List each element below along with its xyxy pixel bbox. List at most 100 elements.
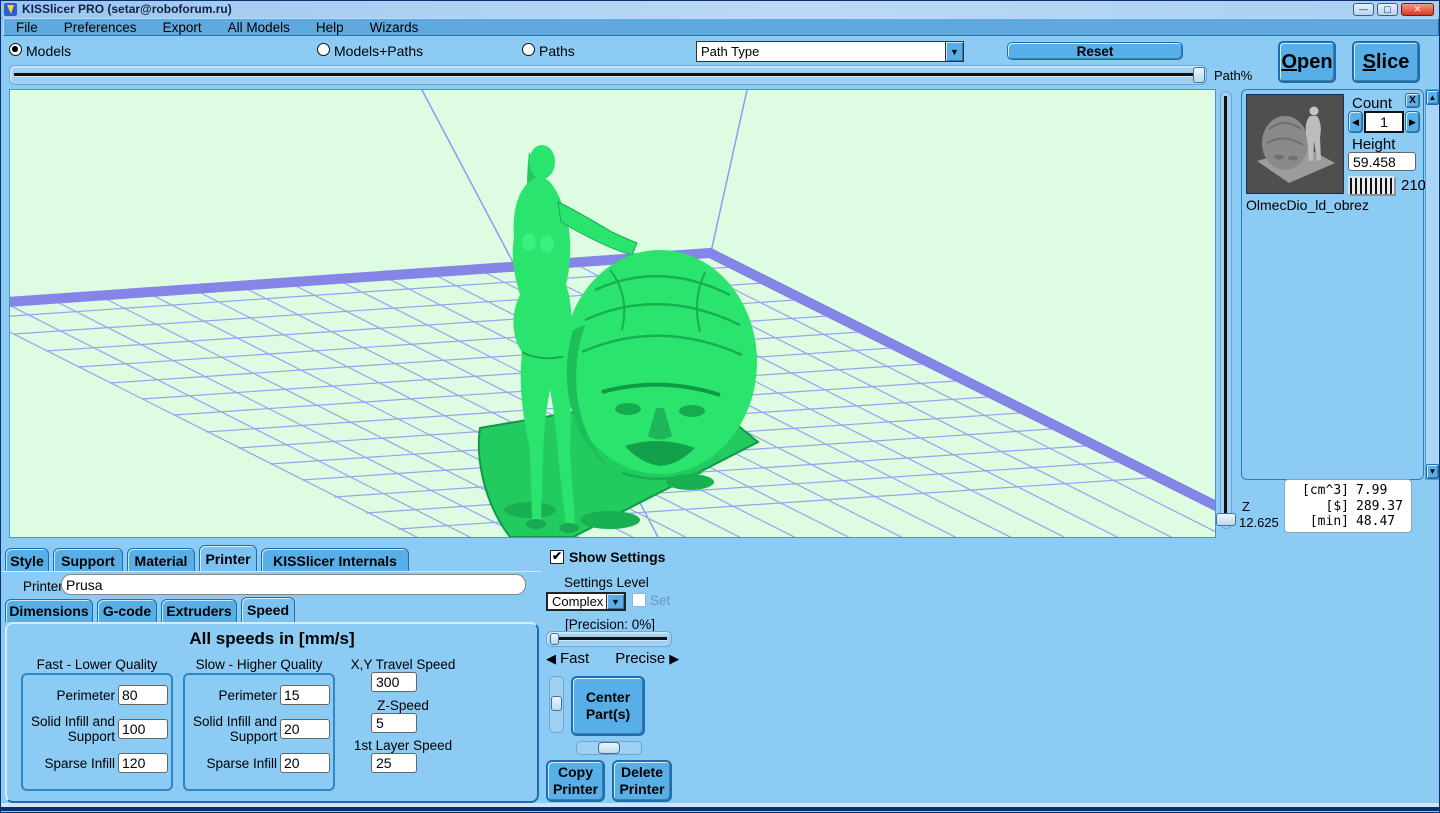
- precise-arrow-icon: ▶: [669, 651, 679, 667]
- tab-style[interactable]: Style: [5, 548, 49, 572]
- 3d-viewport[interactable]: [9, 89, 1216, 538]
- subtab-dimensions[interactable]: Dimensions: [5, 599, 93, 622]
- scroll-up-icon[interactable]: ▲: [1426, 90, 1439, 105]
- first-layer-speed-field[interactable]: [371, 753, 417, 773]
- stat-cost: [$] 289.37: [1291, 499, 1405, 515]
- copy-printer-button[interactable]: Copy Printer: [546, 760, 605, 802]
- open-button[interactable]: Open: [1278, 41, 1336, 83]
- count-decrement-icon[interactable]: ◀: [1348, 111, 1363, 133]
- delete-printer-button[interactable]: Delete Printer: [612, 760, 672, 802]
- z-value: 12.625: [1239, 515, 1279, 530]
- slice-button[interactable]: Slice: [1352, 41, 1420, 83]
- count-label: Count: [1352, 95, 1392, 112]
- radio-models-paths-label: Models+Paths: [334, 43, 423, 59]
- slider-track: [1224, 96, 1227, 524]
- menu-export[interactable]: Export: [157, 20, 216, 35]
- close-icon[interactable]: ✕: [1401, 3, 1434, 16]
- slow-perimeter-field[interactable]: [280, 685, 330, 705]
- close-icon[interactable]: X: [1405, 93, 1420, 108]
- z-speed-field[interactable]: [371, 713, 417, 733]
- show-settings-checkbox[interactable]: ✔: [550, 550, 564, 564]
- menu-help[interactable]: Help: [310, 20, 358, 35]
- slow-group-box: Perimeter Solid Infill and Support Spars…: [183, 673, 335, 791]
- sparse-infill-label: Sparse Infill: [189, 756, 277, 771]
- menu-wizards[interactable]: Wizards: [364, 20, 433, 35]
- precision-slider[interactable]: [546, 631, 672, 647]
- count-increment-icon[interactable]: ▶: [1405, 111, 1420, 133]
- fast-sparse-infill-field[interactable]: [118, 753, 168, 773]
- tab-material[interactable]: Material: [127, 548, 195, 572]
- speed-panel-title: All speeds in [mm/s]: [7, 629, 537, 649]
- model-info-panel: X Count ◀ 1 ▶ Height 210 OlmecDio_ld_obr…: [1241, 89, 1424, 480]
- perimeter-label: Perimeter: [27, 688, 115, 703]
- count-field[interactable]: 1: [1364, 111, 1404, 133]
- fast-label: Fast: [560, 650, 589, 667]
- height-label: Height: [1352, 136, 1395, 153]
- z-label: Z: [1242, 499, 1250, 514]
- slow-solid-infill-field[interactable]: [280, 719, 330, 739]
- printer-name-label: Printer: [23, 579, 63, 594]
- chevron-down-icon[interactable]: ▼: [945, 42, 963, 61]
- menu-all-models[interactable]: All Models: [222, 20, 304, 35]
- nudge-vertical-thumb[interactable]: [551, 696, 562, 711]
- scroll-down-icon[interactable]: ▼: [1426, 464, 1439, 479]
- settings-level-label: Settings Level: [564, 575, 649, 590]
- z-slider-thumb[interactable]: [1216, 513, 1236, 526]
- stat-volume: [cm^3] 7.99: [1291, 483, 1405, 499]
- model-list-scrollbar[interactable]: ▲ ▼: [1425, 89, 1440, 480]
- solid-infill-label: Solid Infill and Support: [189, 714, 277, 744]
- nudge-horizontal-thumb[interactable]: [598, 742, 620, 754]
- precise-label: Precise: [615, 650, 665, 667]
- radio-models-label: Models: [26, 43, 71, 59]
- radio-paths[interactable]: [522, 43, 535, 56]
- path-type-value: Path Type: [697, 44, 945, 59]
- chevron-down-icon[interactable]: ▼: [606, 594, 624, 609]
- tab-kisslicer-internals[interactable]: KISSlicer Internals: [261, 548, 409, 572]
- subtab-extruders[interactable]: Extruders: [161, 599, 237, 622]
- set-checkbox[interactable]: [632, 593, 646, 607]
- path-type-dropdown[interactable]: Path Type ▼: [696, 41, 964, 62]
- tabs-divider: [1, 571, 541, 572]
- app-logo-icon: [4, 3, 17, 16]
- tab-printer[interactable]: Printer: [199, 545, 257, 572]
- minimize-icon[interactable]: —: [1353, 3, 1374, 16]
- fast-perimeter-field[interactable]: [118, 685, 168, 705]
- model-thumbnail[interactable]: [1246, 94, 1344, 194]
- menu-file[interactable]: File: [10, 20, 52, 35]
- printer-name-field[interactable]: [61, 574, 526, 595]
- slow-sparse-infill-field[interactable]: [280, 753, 330, 773]
- settings-level-dropdown[interactable]: Complex ▼: [546, 592, 626, 611]
- z-speed-label: Z-Speed: [333, 698, 473, 713]
- menu-preferences[interactable]: Preferences: [58, 20, 151, 35]
- tab-support[interactable]: Support: [53, 548, 123, 572]
- height-field[interactable]: [1348, 152, 1416, 171]
- radio-models[interactable]: [9, 43, 22, 56]
- fast-solid-infill-field[interactable]: [118, 719, 168, 739]
- precision-slider-thumb[interactable]: [550, 633, 559, 645]
- radio-models-paths[interactable]: [317, 43, 330, 56]
- speed-settings-panel: All speeds in [mm/s] Fast - Lower Qualit…: [5, 622, 539, 803]
- subtab-speed[interactable]: Speed: [241, 597, 295, 622]
- menu-bar: File Preferences Export All Models Help …: [3, 18, 1439, 36]
- precision-label: [Precision: 0%]: [565, 617, 655, 632]
- radio-paths-label: Paths: [539, 43, 575, 59]
- slow-group-title: Slow - Higher Quality: [183, 657, 335, 672]
- path-percent-label: Path%: [1214, 68, 1252, 83]
- set-label: Set: [650, 593, 670, 608]
- subtab-gcode[interactable]: G-code: [97, 599, 157, 622]
- path-percent-slider-thumb[interactable]: [1193, 67, 1205, 83]
- fast-arrow-icon: ◀: [546, 651, 556, 667]
- center-parts-button[interactable]: Center Part(s): [571, 676, 645, 736]
- fast-group-title: Fast - Lower Quality: [21, 657, 173, 672]
- sparse-infill-label: Sparse Infill: [27, 756, 115, 771]
- xy-travel-speed-field[interactable]: [371, 672, 417, 692]
- temperature-barcode-icon[interactable]: [1348, 176, 1396, 196]
- temperature-value: 210: [1401, 177, 1426, 194]
- path-percent-slider[interactable]: [9, 65, 1207, 85]
- reset-button[interactable]: Reset: [1007, 42, 1183, 60]
- slider-track: [14, 73, 1202, 77]
- stat-time: [min] 48.47: [1291, 514, 1405, 530]
- show-settings-label: Show Settings: [569, 549, 665, 565]
- maximize-icon[interactable]: ▢: [1377, 3, 1398, 16]
- z-slider[interactable]: [1220, 91, 1232, 529]
